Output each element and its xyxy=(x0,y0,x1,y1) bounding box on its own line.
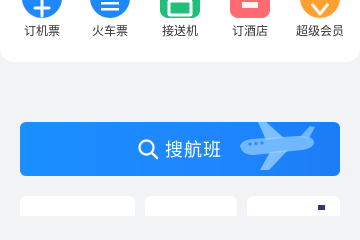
card-accent-mark xyxy=(318,205,325,210)
quick-item-hotel[interactable]: 订酒店 xyxy=(220,0,280,56)
quick-item-flight[interactable]: 订机票 xyxy=(12,0,72,56)
quick-item-transfer[interactable]: 接送机 xyxy=(150,0,210,56)
quick-item-train[interactable]: 火车票 xyxy=(80,0,140,56)
train-ticket-icon xyxy=(90,0,130,18)
search-flights-button[interactable]: 搜航班 xyxy=(20,122,340,176)
quick-item-member[interactable]: 超级会员 xyxy=(290,0,350,56)
bottom-card-left[interactable] xyxy=(20,196,135,216)
quick-item-label: 接送机 xyxy=(161,24,198,38)
hotel-icon xyxy=(230,0,270,18)
quick-item-label: 超级会员 xyxy=(295,24,344,38)
super-member-icon xyxy=(300,0,340,18)
quick-item-label: 火车票 xyxy=(91,24,128,38)
bottom-card-right[interactable] xyxy=(247,196,340,216)
quick-item-label: 订机票 xyxy=(23,24,60,38)
search-icon xyxy=(138,139,159,160)
search-content: 搜航班 xyxy=(137,137,222,161)
search-button-label: 搜航班 xyxy=(165,140,222,161)
quick-menu: 订机票 火车票 接送机 订酒店 超级会员 xyxy=(0,0,360,62)
bottom-card-middle[interactable] xyxy=(145,196,237,216)
quick-item-label: 订酒店 xyxy=(231,24,268,38)
airport-transfer-icon xyxy=(160,0,200,18)
airplane-icon xyxy=(240,122,315,170)
flight-ticket-icon xyxy=(22,0,62,18)
